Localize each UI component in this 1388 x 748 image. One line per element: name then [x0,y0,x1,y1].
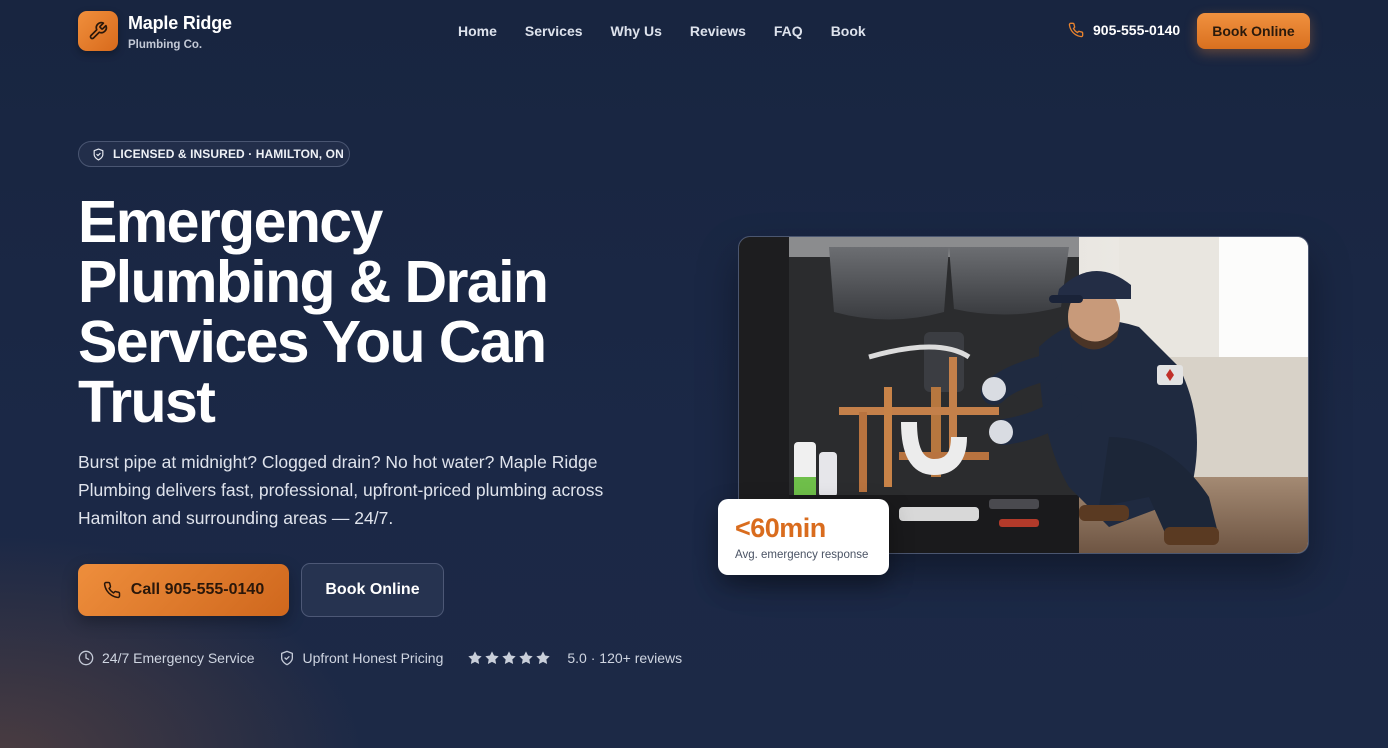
hero-subtext: Burst pipe at midnight? Clogged drain? N… [78,452,604,528]
brand-subtitle: Plumbing Co. [128,39,203,51]
nav-phone-number: 905-555-0140 [1093,22,1181,38]
rating-text: 5.0 · 120+ reviews [567,650,683,666]
star-icon [536,651,551,664]
trust-emergency: 24/7 Emergency Service [78,650,255,666]
response-time-value: <60min [735,513,826,543]
call-button-label: Call 905-555-0140 [130,581,265,598]
book-online-button[interactable]: Book Online [301,563,444,617]
logo-badge[interactable] [78,11,118,51]
nav-link-services[interactable]: Services [525,23,583,39]
brand-name[interactable]: Maple Ridge [128,13,232,34]
call-button[interactable]: Call 905-555-0140 [78,564,289,616]
phone-icon [103,581,121,599]
trust-emergency-text: 24/7 Emergency Service [102,650,255,666]
nav-link-home[interactable]: Home [458,23,497,39]
trust-pricing-text: Upfront Honest Pricing [302,650,444,666]
nav-link-reviews[interactable]: Reviews [690,23,746,39]
clock-icon [78,650,94,666]
nav-link-faq[interactable]: FAQ [774,23,803,39]
star-icon [468,651,483,664]
star-icon [502,651,517,664]
trust-rating: 5.0 · 120+ reviews [467,650,682,666]
star-icon [519,651,534,664]
nav-book-online-button[interactable]: Book Online [1197,13,1310,49]
shield-check-icon [280,650,293,666]
response-stat-card: <60min Avg. emergency response [718,499,889,575]
response-time-label: Avg. emergency response [735,549,869,561]
nav-link-why-us[interactable]: Why Us [611,23,662,39]
star-rating [467,650,551,666]
nav-links: Home Services Why Us Reviews FAQ Book [458,23,866,39]
trust-pricing: Upfront Honest Pricing [279,650,444,666]
wrench-icon [89,21,108,40]
hero-headline: Emergency Plumbing & Drain Services You … [78,189,549,435]
licensed-badge-text: LICENSED & INSURED · HAMILTON, ON [113,147,344,161]
licensed-badge: LICENSED & INSURED · HAMILTON, ON [78,141,350,167]
phone-icon [1068,22,1084,38]
nav-link-book[interactable]: Book [831,23,866,39]
star-icon [485,651,500,664]
shield-check-icon [93,147,104,161]
trust-row: 24/7 Emergency Service Upfront Honest Pr… [78,650,682,666]
top-navbar: Maple Ridge Plumbing Co. Home Services W… [0,0,1388,62]
nav-phone-link[interactable]: 905-555-0140 [1068,22,1180,38]
